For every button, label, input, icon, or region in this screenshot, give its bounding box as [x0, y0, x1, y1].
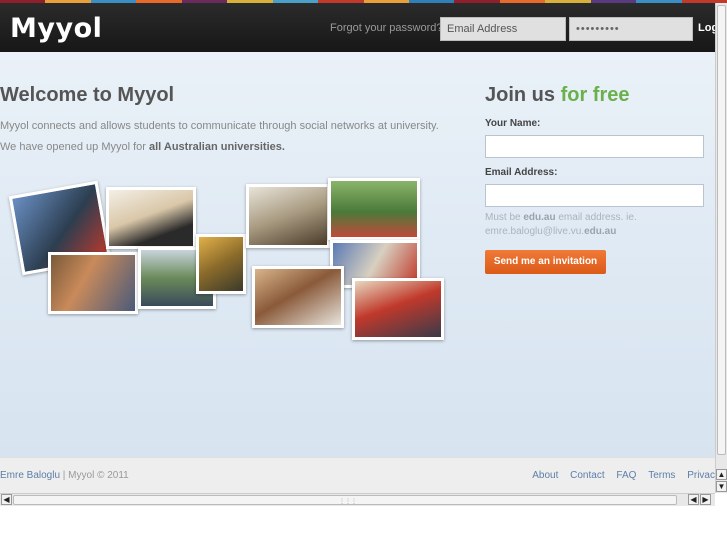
student-photo: [196, 234, 246, 294]
footer: Emre Baloglu | Myyol © 2011 About Contac…: [0, 457, 715, 494]
grip-icon: ⋮⋮⋮: [339, 499, 357, 505]
scroll-left-icon[interactable]: ◀: [1, 494, 12, 505]
scroll-up-icon[interactable]: ▲: [716, 469, 727, 480]
intro-bold: all Australian universities.: [149, 141, 285, 153]
login-email-input[interactable]: Email Address: [440, 17, 566, 41]
student-photo: [328, 178, 420, 240]
scroll-down-icon[interactable]: ▼: [716, 481, 727, 492]
copyright: Emre Baloglu | Myyol © 2011: [0, 470, 129, 481]
footer-link-contact[interactable]: Contact: [570, 470, 604, 481]
login-password-input[interactable]: •••••••••: [569, 17, 693, 41]
intro-prefix: We have opened up Myyol for: [0, 141, 149, 153]
student-photo: [106, 187, 196, 249]
forgot-password-link[interactable]: Forgot your password?: [330, 22, 443, 34]
site-logo[interactable]: Myyol: [10, 13, 102, 44]
student-photo: [352, 278, 444, 340]
author-link[interactable]: Emre Baloglu: [0, 470, 60, 481]
footer-link-privacy[interactable]: Privac: [687, 470, 715, 481]
student-photo: [252, 266, 344, 328]
email-input[interactable]: [485, 184, 704, 207]
hint-domain: edu.au: [523, 212, 556, 223]
email-label: Email Address:: [485, 167, 558, 178]
join-title: Join us for free: [485, 84, 629, 107]
footer-link-about[interactable]: About: [532, 470, 558, 481]
welcome-title: Welcome to Myyol: [0, 84, 175, 106]
hint-example: emre.baloglu@live.vu.: [485, 226, 585, 237]
student-photo: [48, 252, 138, 314]
copyright-text: | Myyol © 2011: [60, 470, 129, 481]
name-input[interactable]: [485, 135, 704, 158]
email-hint: Must be edu.au email address. ie. emre.b…: [485, 211, 637, 239]
hint-example-bold: edu.au: [584, 226, 617, 237]
scroll-right-icon[interactable]: ▶: [700, 494, 711, 505]
intro-text: Myyol connects and allows students to co…: [0, 120, 439, 132]
vertical-scroll-thumb[interactable]: [717, 5, 726, 455]
horizontal-scroll-thumb[interactable]: ⋮⋮⋮: [13, 495, 677, 505]
send-invitation-button[interactable]: Send me an invitation: [485, 250, 606, 274]
footer-links: About Contact FAQ Terms Privac: [523, 470, 715, 481]
top-bar: Myyol Forgot your password? Email Addres…: [0, 3, 727, 52]
name-label: Your Name:: [485, 118, 541, 129]
join-prefix: Join us: [485, 84, 561, 106]
hint-middle: email address. ie.: [555, 212, 637, 223]
student-photo: [246, 184, 330, 248]
footer-link-terms[interactable]: Terms: [648, 470, 675, 481]
footer-link-faq[interactable]: FAQ: [616, 470, 636, 481]
intro-text-2: We have opened up Myyol for all Australi…: [0, 141, 285, 153]
scroll-left-icon-2[interactable]: ◀: [688, 494, 699, 505]
hint-prefix: Must be: [485, 212, 524, 223]
horizontal-scrollbar[interactable]: ◀ ⋮⋮⋮ ◀ ▶: [0, 493, 715, 506]
main-content: Welcome to Myyol Myyol connects and allo…: [0, 52, 715, 457]
join-accent: for free: [560, 84, 630, 106]
vertical-scrollbar[interactable]: ▲ ▼: [715, 3, 727, 493]
